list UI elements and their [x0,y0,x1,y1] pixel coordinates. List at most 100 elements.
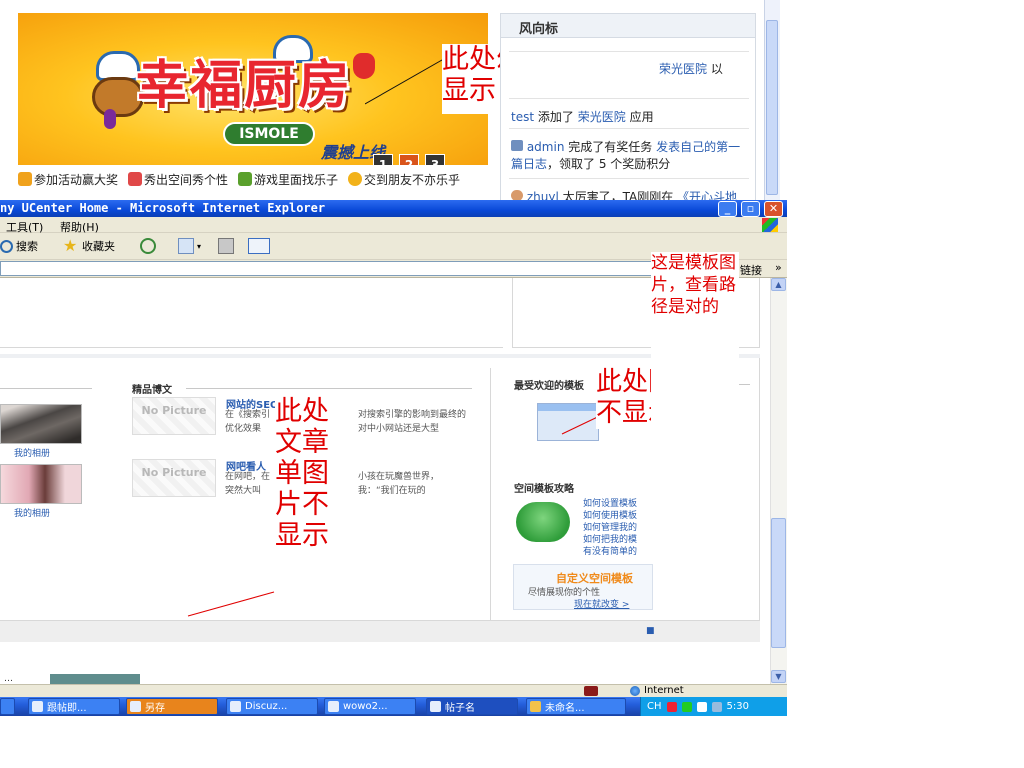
favorites-label: 收藏夹 [82,240,115,253]
taskbar-button[interactable]: 帖子名 [426,698,518,715]
address-input[interactable] [0,261,672,276]
minimize-button[interactable]: _ [718,201,737,217]
divider [509,128,749,129]
feature-link-space[interactable]: 秀出空间秀个性 [128,171,228,188]
custom-template-title: 自定义空间模板 [556,572,633,585]
globe-icon [630,685,640,696]
blog-excerpt: 优化效果 [225,424,262,434]
tray-app-icon[interactable] [666,701,677,712]
slide-pager-1[interactable]: 1 [373,154,393,165]
no-picture-placeholder[interactable]: No Picture [132,397,216,435]
feed-user-link[interactable]: zhuyl [527,190,559,200]
feature-link-activity[interactable]: 参加活动赢大奖 [18,171,118,188]
tips-section-title: 空间模板攻略 [514,484,574,495]
taskbar-button[interactable]: wowo2... [324,698,416,715]
taskbar-button[interactable] [0,698,15,715]
blog-excerpt: 突然大叫 [225,486,262,496]
slide-pager-2[interactable]: 2 [399,154,419,165]
taskbar-label: Discuz... [245,701,288,712]
scrollbar-thumb[interactable] [766,20,778,195]
album-thumbnail[interactable] [0,404,82,444]
feed-tail: 应用 [629,110,654,124]
star-icon: ★ [63,236,78,255]
history-icon [140,238,156,254]
feed-header: 风向标 [501,14,755,38]
feed-text: 太厉害了，TA刚刚在 [562,190,674,200]
module-section-title: 最受欢迎的模板 [514,381,584,392]
blog-excerpt: 我：“我们在玩的 [358,486,426,496]
annotation-template-note: 这是模板图片，查看路径是对的 [651,252,739,486]
scroll-up-button[interactable]: ▲ [771,278,786,291]
feed-link[interactable]: 荣光医院 [578,110,626,124]
language-indicator[interactable]: CH [647,701,662,712]
print-icon [218,238,234,254]
taskbar-button[interactable]: 未命名... [526,698,626,715]
favorites-button[interactable]: ★ 收藏夹 [63,238,115,254]
tray-app-icon[interactable] [711,701,722,712]
no-picture-placeholder[interactable]: No Picture [132,459,216,497]
history-button[interactable] [140,238,156,254]
user-avatar-icon [511,140,523,151]
print-button[interactable] [218,238,234,254]
feed-link[interactable]: 荣光医院 [659,62,707,76]
feed-item: zhuyl 太厉害了，TA刚刚在 《开心斗地 [511,188,737,200]
taskbar: 跟帖即... 另存 Discuz... wowo2... 帖子名 未命名... … [0,697,787,716]
custom-template-link[interactable]: 现在就改变 > [574,597,629,610]
tip-link[interactable]: 有没有简单的 [583,544,637,557]
window-icon [328,701,339,712]
taskbar-label: wowo2... [343,701,388,712]
search-icon [0,239,13,253]
feed-user-link[interactable]: admin [527,140,565,154]
volume-icon[interactable] [696,701,707,712]
feature-link-games[interactable]: 游戏里面找乐子 [238,171,338,188]
feed-link[interactable]: 《开心斗地 [677,190,737,200]
feature-link-friends[interactable]: 交到朋友不亦乐乎 [348,171,460,188]
dropdown-arrow-icon: ▾ [197,241,202,251]
bottom-text: … [4,674,13,684]
feed-text: 完成了有奖任务 [568,140,653,154]
bottom-tab[interactable] [50,674,140,684]
links-chevron[interactable]: » [775,261,782,274]
taskbar-button[interactable]: 跟帖即... [28,698,120,715]
taskbar-button[interactable]: 另存 [126,698,218,715]
links-label[interactable]: 链接 [740,262,762,278]
close-button[interactable]: ✕ [764,201,783,217]
divider [509,178,749,179]
network-icon[interactable] [681,701,692,712]
slide-pager-3[interactable]: 3 [425,154,445,165]
blog-excerpt: 在网吧，在 [225,472,271,482]
feed-user-link[interactable]: test [511,110,534,124]
feature-link-label: 游戏里面找乐子 [254,172,339,187]
taskbar-label: 未命名... [545,703,585,714]
scrollbar-thumb[interactable] [771,518,786,648]
taskbar-label: 另存 [145,703,165,714]
window-icon [32,701,43,712]
scroll-down-button[interactable]: ▼ [771,670,786,683]
banner-logo-text: 幸福厨房 [136,55,353,116]
divider [509,51,749,52]
annotation-article-note: 此处文章单图片不显示 [275,396,341,551]
edit-icon [248,238,270,254]
feed-text: 添加了 [537,110,574,124]
content-footer: ■ [0,620,760,642]
home-icon [516,502,570,542]
taskbar-button[interactable]: Discuz... [226,698,318,715]
feed-panel: 风向标 荣光医院 以 test 添加了 荣光医院 应用 admin 完成了有奖任… [500,13,756,200]
content-box [0,278,503,348]
mail-button[interactable]: ▾ [178,238,201,254]
divider [186,388,472,389]
album-link[interactable]: 我的相册 [14,446,50,459]
maximize-button[interactable]: ▫ [741,201,760,217]
folder-icon [130,701,141,712]
user-avatar-icon [511,190,523,200]
zone-indicator: Internet [630,685,684,696]
window-titlebar[interactable]: ny UCenter Home - Microsoft Internet Exp… [0,200,787,217]
custom-template-box[interactable]: 自定义空间模板 尽情展现你的个性 现在就改变 > [513,564,653,610]
blog-excerpt: 对搜索引擎的影响到最终的 [358,410,467,420]
album-link[interactable]: 我的相册 [14,506,50,519]
taskbar-label: 帖子名 [445,703,475,714]
search-button[interactable]: 搜索 [0,238,38,254]
edit-button[interactable] [248,238,270,254]
album-thumbnail[interactable] [0,464,82,504]
menu-bar: 工具(T) 帮助(H) [0,217,787,234]
